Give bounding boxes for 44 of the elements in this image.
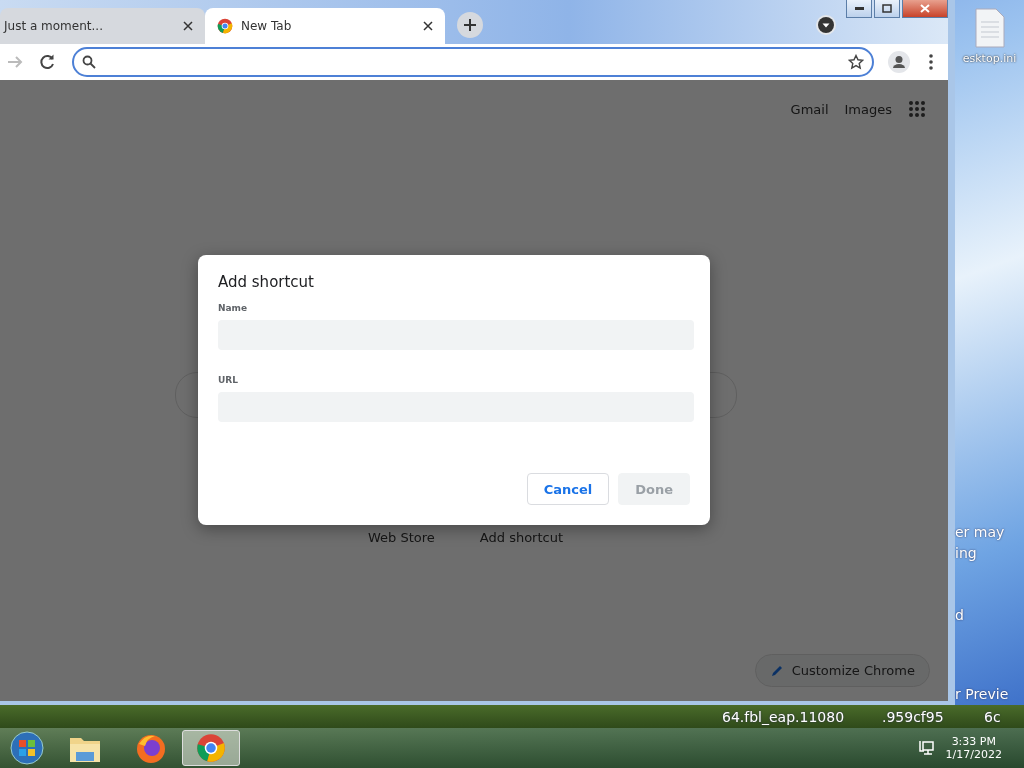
taskbar-button[interactable] <box>182 730 240 766</box>
desktop-text: 64.fbl_eap.11080 <box>722 709 845 725</box>
close-icon[interactable] <box>423 21 433 31</box>
profile-avatar-icon[interactable] <box>888 51 910 73</box>
header-link[interactable]: Gmail <box>790 101 829 117</box>
restore-button[interactable] <box>874 0 900 18</box>
star-icon[interactable] <box>848 54 864 70</box>
start-orb-icon <box>10 731 44 765</box>
caret-icon <box>818 17 834 33</box>
field-label: Name <box>218 303 249 313</box>
minimize-button[interactable] <box>846 0 872 18</box>
pencil-icon <box>769 663 784 678</box>
desktop-text: r Previe <box>955 686 1009 702</box>
search-icon <box>82 55 96 69</box>
chrome-favicon-icon <box>217 18 233 34</box>
desktop-text: er may <box>955 524 1005 540</box>
restore-icon <box>882 4 892 13</box>
close-icon <box>920 4 930 13</box>
browser-tab[interactable]: New Tab <box>205 8 445 44</box>
clock-date[interactable]: 1/17/2022 <box>945 748 1002 761</box>
new-tab-button[interactable] <box>457 12 483 38</box>
clock-time[interactable]: 3:33 PM <box>951 735 996 748</box>
desktop-text: .959cf95 <box>882 709 944 725</box>
browser-tab[interactable]: Just a moment... <box>0 8 205 44</box>
header-link[interactable]: Images <box>844 101 892 117</box>
minimize-icon <box>854 7 864 10</box>
shortcut-label[interactable]: Web Store <box>368 530 435 545</box>
chrome-logo-icon <box>196 733 226 763</box>
close-window-button[interactable] <box>902 0 948 18</box>
address-bar[interactable] <box>72 47 874 77</box>
desktop-text: d <box>955 607 964 623</box>
close-icon[interactable] <box>183 21 193 31</box>
apps-grid-icon[interactable] <box>908 100 926 118</box>
desktop-text: ing <box>955 545 977 561</box>
customize-button[interactable]: Customize Chrome <box>754 654 930 687</box>
plus-icon <box>463 18 477 32</box>
network-icon[interactable] <box>917 740 934 756</box>
field-label: URL <box>218 375 239 385</box>
desktop-text: 6c <box>984 709 1001 725</box>
shortcut-label[interactable]: Add shortcut <box>479 530 564 545</box>
dialog-button[interactable]: Cancel <box>526 473 610 505</box>
tab-search-button[interactable] <box>816 15 836 35</box>
fox-globe-icon <box>135 732 167 764</box>
dialog-title: Add shortcut <box>218 273 315 291</box>
